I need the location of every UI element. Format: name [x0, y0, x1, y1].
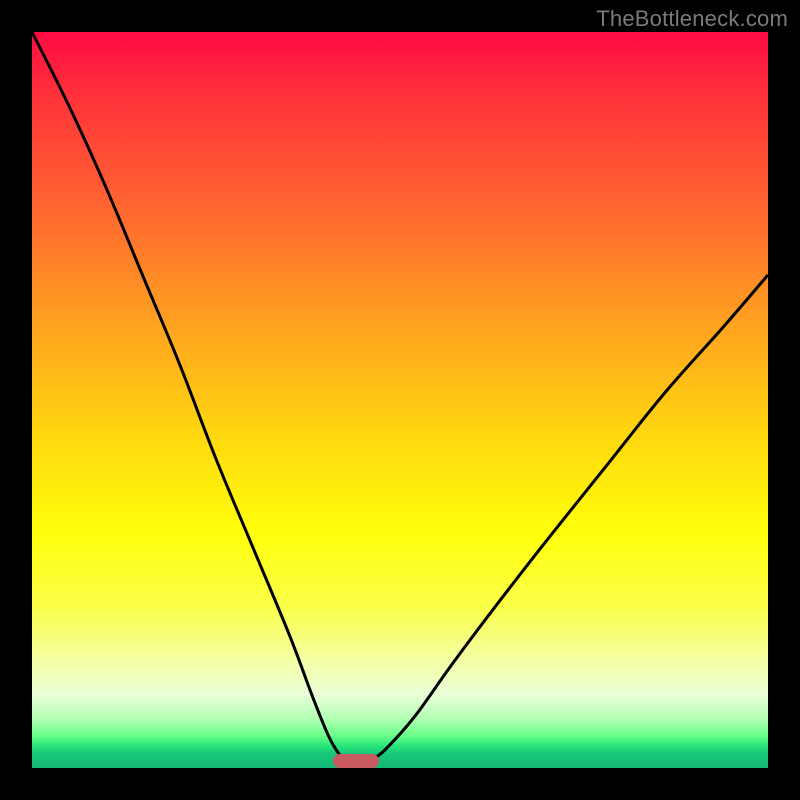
- curve-right-branch: [371, 275, 768, 761]
- optimum-marker: [333, 754, 379, 768]
- chart-frame: TheBottleneck.com: [0, 0, 800, 800]
- bottleneck-curve: [32, 32, 768, 768]
- plot-area: [32, 32, 768, 768]
- watermark-text: TheBottleneck.com: [596, 6, 788, 32]
- curve-left-branch: [32, 32, 345, 761]
